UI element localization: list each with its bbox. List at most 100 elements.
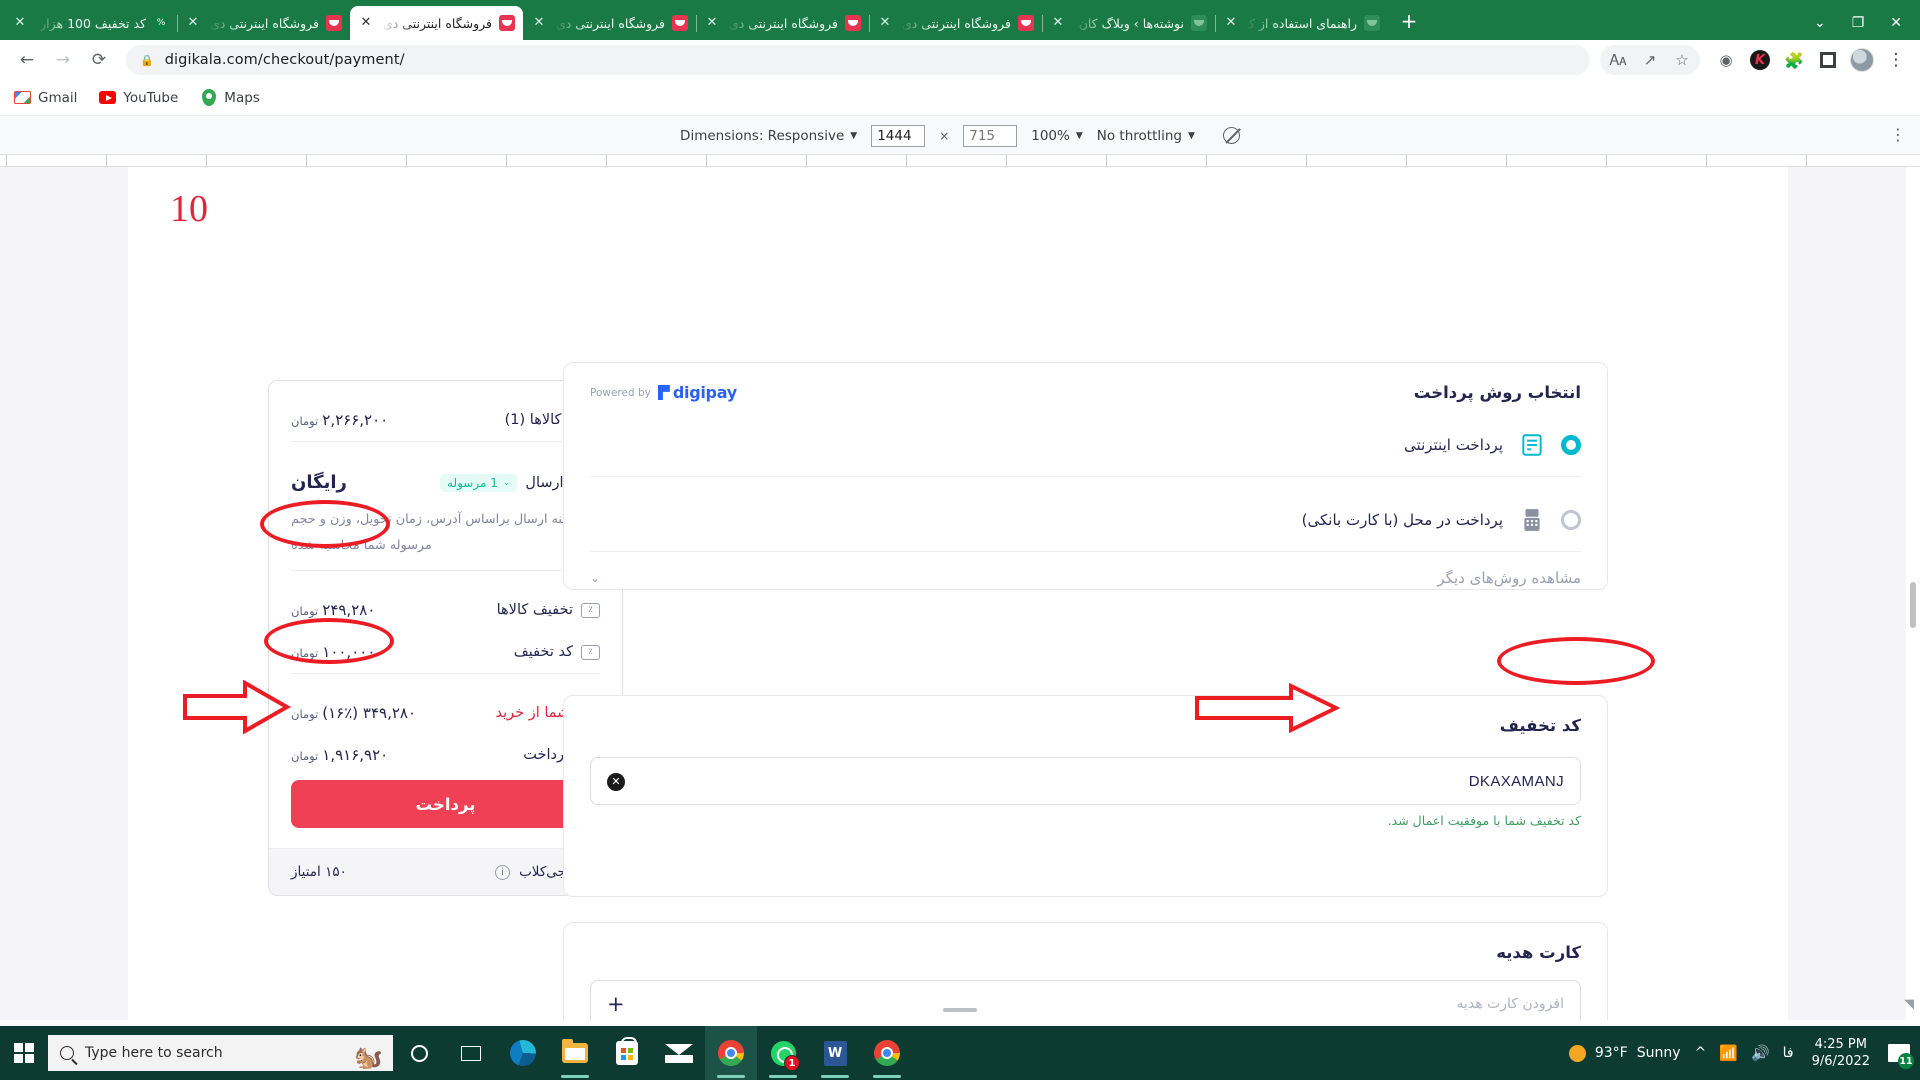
viewport-height-input[interactable] bbox=[963, 124, 1018, 147]
throttling-selector[interactable]: No throttling ▼ bbox=[1097, 128, 1195, 144]
page-scrollbar[interactable] bbox=[1906, 167, 1920, 1020]
clear-icon[interactable]: ✕ bbox=[607, 773, 625, 791]
language-indicator[interactable]: فا bbox=[1783, 1045, 1794, 1061]
mail-icon[interactable] bbox=[653, 1026, 705, 1080]
gift-card-header: کارت هدیه bbox=[564, 923, 1607, 962]
extensions-puzzle-icon[interactable]: 🧩 bbox=[1780, 46, 1808, 74]
back-button[interactable]: ← bbox=[10, 43, 44, 77]
task-view-icon[interactable] bbox=[445, 1026, 497, 1080]
new-tab-button[interactable]: + bbox=[1394, 7, 1424, 37]
start-button[interactable] bbox=[0, 1026, 48, 1080]
window-minimize-icon[interactable]: ⌄ bbox=[1814, 15, 1826, 31]
browser-tab[interactable]: نوشته‌ها › وبلاگ کان ✕ bbox=[1042, 6, 1215, 40]
zoom-selector[interactable]: 100% ▼ bbox=[1031, 128, 1083, 144]
dimensions-selector[interactable]: Dimensions: Responsive ▼ bbox=[680, 128, 857, 144]
tab-close-icon[interactable]: ✕ bbox=[1050, 15, 1066, 31]
chrome-icon[interactable] bbox=[705, 1026, 757, 1080]
taskbar-clock[interactable]: 4:25 PM 9/6/2022 bbox=[1808, 1036, 1874, 1070]
share-icon[interactable]: ↗ bbox=[1636, 46, 1664, 74]
word-icon[interactable]: W bbox=[809, 1026, 861, 1080]
cortana-circle-icon[interactable] bbox=[393, 1026, 445, 1080]
microsoft-store-icon[interactable] bbox=[601, 1026, 653, 1080]
digipay-logo: digipay bbox=[657, 383, 737, 402]
tab-title: فروشگاه اینترنتی دی bbox=[728, 15, 838, 31]
chrome-icon-2[interactable] bbox=[861, 1026, 913, 1080]
browser-tab[interactable]: فروشگاه اینترنتی دی ✕ bbox=[177, 6, 350, 40]
whatsapp-icon[interactable]: 1 bbox=[757, 1026, 809, 1080]
radio-selected-icon[interactable] bbox=[1561, 435, 1581, 455]
reload-button[interactable]: ⟳ bbox=[82, 43, 116, 77]
info-icon[interactable]: i bbox=[495, 864, 511, 880]
throttling-label: No throttling bbox=[1096, 127, 1183, 144]
tab-close-icon[interactable]: ✕ bbox=[185, 15, 201, 31]
payment-option-on-delivery[interactable]: پرداخت در محل (با کارت بانکی) bbox=[564, 489, 1607, 551]
currency-unit: تومان bbox=[291, 749, 319, 764]
summary-row-payable: قابل پرداخت ۱,۹۱۶,۹۲۰تومان bbox=[291, 734, 600, 776]
bookmark-label: Maps bbox=[224, 89, 260, 106]
digipay-mark-icon bbox=[657, 385, 670, 400]
more-payment-methods-toggle[interactable]: مشاهده روش‌های دیگر ⌄ bbox=[564, 552, 1607, 604]
tab-separator bbox=[177, 15, 178, 32]
bookmark-maps[interactable]: Maps bbox=[200, 89, 260, 106]
browser-tab[interactable]: کد تخفیف 100 هزار ت ✕ bbox=[4, 6, 177, 40]
tray-expand-chevron-icon[interactable]: ^ bbox=[1695, 1045, 1707, 1061]
tab-title: فروشگاه اینترنتی دی bbox=[901, 15, 1011, 31]
viewport-corner-grip[interactable]: ◥ bbox=[1898, 998, 1914, 1014]
discount-code-input[interactable]: DKAXAMANJ ✕ bbox=[590, 757, 1581, 805]
add-gift-card-input[interactable]: افزودن کارت هدیه + bbox=[590, 980, 1581, 1020]
browser-tab[interactable]: راهنمای استفاده از ک ✕ bbox=[1215, 6, 1388, 40]
shipment-count-badge[interactable]: ⌄ 1 مرسوله bbox=[440, 473, 518, 492]
wifi-icon[interactable]: 📶 bbox=[1719, 1044, 1738, 1062]
browser-tab[interactable]: فروشگاه اینترنتی دی ✕ bbox=[869, 6, 1042, 40]
window-maximize-icon[interactable]: ❐ bbox=[1852, 15, 1865, 31]
tab-close-icon[interactable]: ✕ bbox=[704, 15, 720, 31]
tab-close-icon[interactable]: ✕ bbox=[531, 15, 547, 31]
shipping-value: رایگان bbox=[291, 472, 347, 493]
clock-time: 4:25 PM bbox=[1814, 1036, 1867, 1052]
translate-icon[interactable]: 🗛 bbox=[1604, 46, 1632, 74]
extension-k-icon[interactable]: K bbox=[1746, 46, 1774, 74]
discount-code-label: کد تخفیف bbox=[513, 644, 573, 661]
extension-pocket-icon[interactable]: ◉ bbox=[1712, 46, 1740, 74]
radio-unselected-icon[interactable] bbox=[1561, 510, 1581, 530]
profile-avatar[interactable] bbox=[1848, 46, 1876, 74]
tab-close-icon[interactable]: ✕ bbox=[1223, 15, 1239, 31]
file-explorer-icon[interactable] bbox=[549, 1026, 601, 1080]
plus-icon[interactable]: + bbox=[607, 992, 625, 1016]
edge-icon[interactable] bbox=[497, 1026, 549, 1080]
browser-tab[interactable]: فروشگاه اینترنتی دی ✕ bbox=[696, 6, 869, 40]
search-placeholder: Type here to search bbox=[85, 1045, 223, 1061]
scrollbar-thumb[interactable] bbox=[1910, 582, 1916, 628]
no-throttle-icon[interactable] bbox=[1222, 127, 1240, 144]
payment-option-online[interactable]: پرداخت اینترنتی bbox=[564, 414, 1607, 476]
notification-center-icon[interactable]: 11 bbox=[1888, 1042, 1914, 1069]
address-bar[interactable]: 🔒 digikala.com/checkout/payment/ bbox=[126, 45, 1590, 75]
annotation-arrow-success-message bbox=[1195, 683, 1340, 733]
bookmark-star-icon[interactable]: ☆ bbox=[1668, 46, 1696, 74]
bookmark-youtube[interactable]: YouTube bbox=[99, 89, 178, 106]
tab-close-icon[interactable]: ✕ bbox=[358, 15, 374, 31]
pay-button[interactable]: پرداخت bbox=[291, 780, 600, 829]
forward-button[interactable]: → bbox=[46, 43, 80, 77]
digipay-wordmark: digipay bbox=[672, 383, 737, 402]
browser-tab-active[interactable]: فروشگاه اینترنتی دی ✕ bbox=[350, 6, 523, 40]
viewport-resize-handle[interactable] bbox=[943, 1008, 977, 1012]
tab-close-icon[interactable]: ✕ bbox=[877, 15, 893, 31]
chevron-down-icon: ▼ bbox=[1188, 130, 1195, 141]
volume-icon[interactable]: 🔊 bbox=[1751, 1044, 1770, 1062]
discount-code-value: DKAXAMANJ bbox=[1468, 772, 1564, 790]
sun-icon bbox=[1568, 1044, 1586, 1062]
viewport-width-input[interactable] bbox=[871, 124, 926, 147]
bookmark-gmail[interactable]: Gmail bbox=[14, 89, 77, 106]
chrome-menu-kebab-icon[interactable]: ⋮ bbox=[1882, 46, 1910, 74]
taskbar-search-box[interactable]: Type here to search 🐿️ bbox=[48, 1035, 393, 1071]
digikala-icon bbox=[1018, 15, 1034, 31]
browser-tab[interactable]: فروشگاه اینترنتی دی ✕ bbox=[523, 6, 696, 40]
extension-square-icon[interactable] bbox=[1814, 46, 1842, 74]
tab-close-icon[interactable]: ✕ bbox=[12, 15, 28, 31]
window-close-icon[interactable]: ✕ bbox=[1890, 15, 1902, 31]
weather-widget[interactable]: 93°F Sunny bbox=[1568, 1044, 1681, 1062]
payment-method-title: انتخاب روش پرداخت bbox=[1413, 383, 1581, 402]
summary-value: ۲۴۹,۲۸۰تومان bbox=[291, 601, 375, 619]
device-toolbar-menu-icon[interactable]: ⋮ bbox=[1890, 127, 1906, 143]
